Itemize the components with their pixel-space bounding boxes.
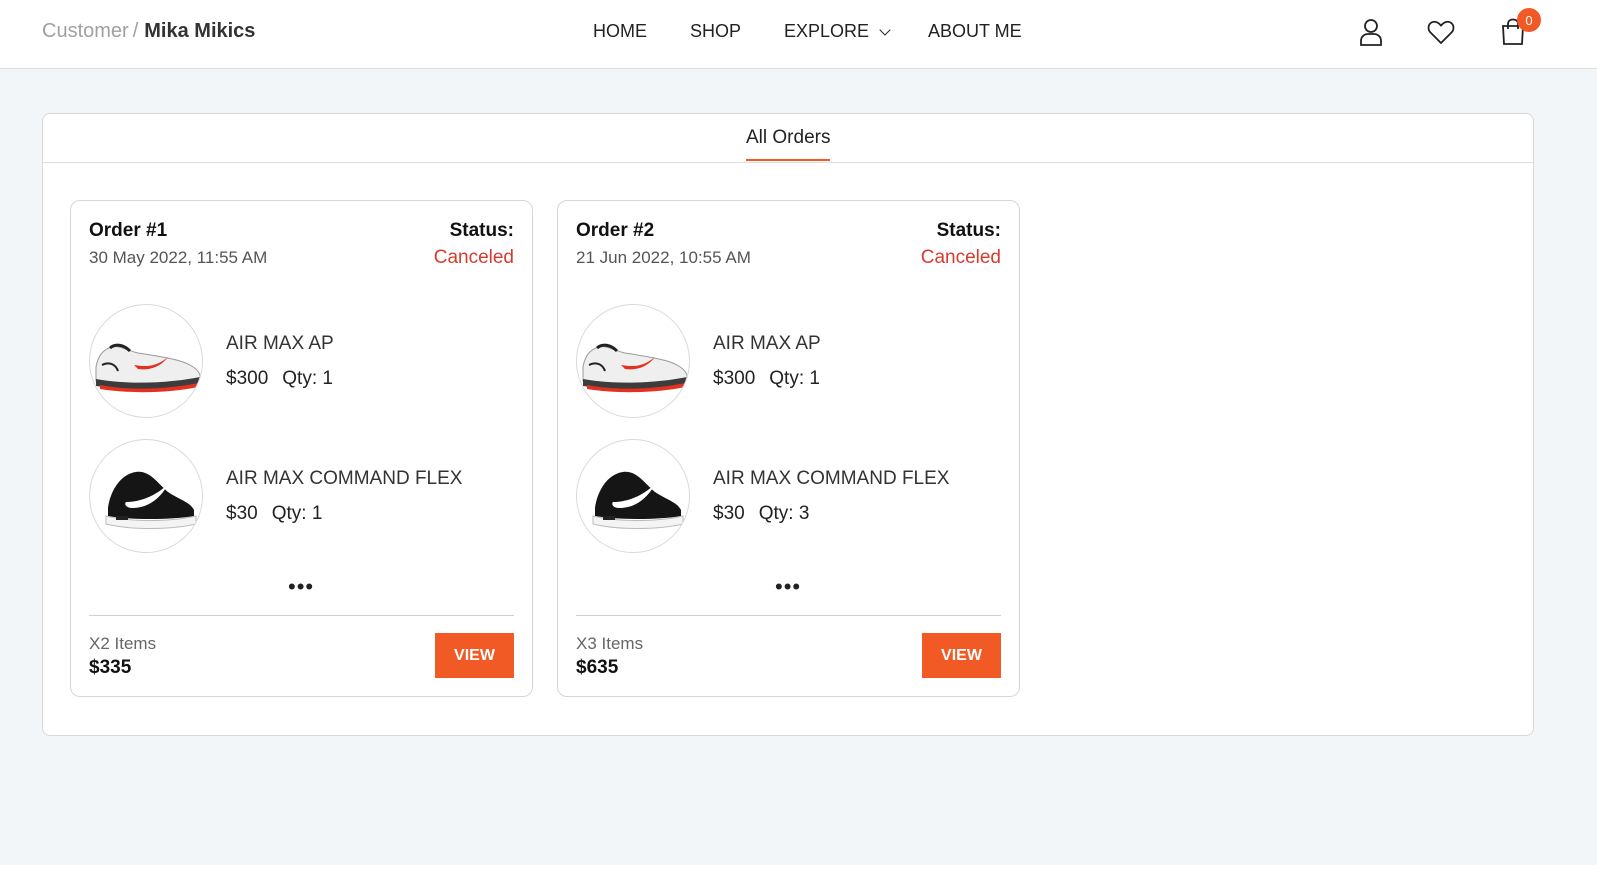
status-label: Status:: [936, 220, 1001, 241]
cart-count-badge: 0: [1517, 8, 1541, 32]
nav-explore[interactable]: EXPLORE: [784, 21, 928, 42]
card-divider: [576, 615, 1001, 616]
nav-explore-label: EXPLORE: [784, 21, 870, 41]
item-count: X2 Items: [89, 634, 157, 653]
white-red-sneaker-image: [582, 343, 688, 393]
user-icon: [1360, 19, 1382, 46]
product-qty: Qty: 3: [758, 503, 810, 524]
product-name[interactable]: AIR MAX COMMAND FLEX: [713, 468, 949, 490]
order-number: Order #2: [576, 220, 655, 241]
status-value: Canceled: [433, 247, 514, 268]
view-order-button[interactable]: VIEW: [435, 633, 514, 678]
order-card: Order #1 30 May 2022, 11:55 AM Status: C…: [70, 200, 533, 697]
order-date: 30 May 2022, 11:55 AM: [89, 248, 268, 267]
status-label: Status:: [449, 220, 514, 241]
header-icons: 0: [1355, 8, 1541, 48]
status-value: Canceled: [920, 247, 1001, 268]
product-price: $30: [713, 503, 745, 524]
tab-all-orders[interactable]: All Orders: [746, 127, 831, 161]
item-count: X3 Items: [576, 634, 644, 653]
black-sneaker-image: [592, 471, 684, 529]
order-number: Order #1: [89, 220, 168, 241]
breadcrumb-separator: /: [132, 20, 139, 42]
order-total: $635: [576, 657, 619, 678]
cart-button[interactable]: 0: [1497, 8, 1541, 48]
product-price: $30: [226, 503, 258, 524]
order-date: 21 Jun 2022, 10:55 AM: [576, 248, 751, 267]
product-qty: Qty: 1: [282, 368, 333, 389]
order-item: AIR MAX AP $300 Qty: 1: [576, 304, 1001, 418]
product-name[interactable]: AIR MAX AP: [713, 333, 821, 355]
product-meta: $30 Qty: 3: [713, 503, 809, 525]
view-order-button[interactable]: VIEW: [922, 633, 1001, 678]
main-nav: HOME SHOP EXPLORE ABOUT ME: [593, 21, 1022, 42]
more-items-icon[interactable]: •••: [775, 576, 801, 598]
product-image[interactable]: [576, 304, 690, 418]
product-name[interactable]: AIR MAX COMMAND FLEX: [226, 468, 462, 490]
black-sneaker-image: [105, 471, 197, 529]
top-header: Customer / Mika Mikics HOME SHOP EXPLORE A…: [0, 0, 1597, 69]
nav-shop[interactable]: SHOP: [690, 21, 784, 42]
product-meta: $30 Qty: 1: [226, 503, 322, 525]
nav-home[interactable]: HOME: [593, 21, 690, 42]
product-meta: $300 Qty: 1: [226, 368, 333, 390]
product-image[interactable]: [89, 439, 203, 553]
heart-icon: [1427, 20, 1455, 45]
order-item: AIR MAX COMMAND FLEX $30 Qty: 1: [89, 439, 514, 553]
product-price: $300: [226, 368, 269, 389]
product-price: $300: [713, 368, 756, 389]
breadcrumb: Customer / Mika Mikics: [42, 20, 255, 43]
tab-bar: All Orders: [43, 114, 1533, 163]
product-image[interactable]: [89, 304, 203, 418]
order-total: $335: [89, 657, 132, 678]
product-name[interactable]: AIR MAX AP: [226, 333, 334, 355]
more-items-icon[interactable]: •••: [288, 576, 314, 598]
card-divider: [89, 615, 514, 616]
account-button[interactable]: [1355, 16, 1387, 48]
product-meta: $300 Qty: 1: [713, 368, 820, 390]
product-qty: Qty: 1: [271, 503, 323, 524]
orders-panel: All Orders Order #1 30 May 2022, 11:55 A…: [42, 113, 1534, 736]
breadcrumb-root[interactable]: Customer: [42, 20, 129, 42]
order-item: AIR MAX AP $300 Qty: 1: [89, 304, 514, 418]
nav-about[interactable]: ABOUT ME: [928, 21, 1022, 42]
white-red-sneaker-image: [95, 343, 201, 393]
order-item: AIR MAX COMMAND FLEX $30 Qty: 3: [576, 439, 1001, 553]
product-qty: Qty: 1: [769, 368, 820, 389]
chevron-down-icon: [879, 23, 891, 36]
breadcrumb-current: Mika Mikics: [144, 20, 256, 42]
order-card: Order #2 21 Jun 2022, 10:55 AM Status: C…: [557, 200, 1020, 697]
product-image[interactable]: [576, 439, 690, 553]
wishlist-button[interactable]: [1425, 16, 1457, 48]
